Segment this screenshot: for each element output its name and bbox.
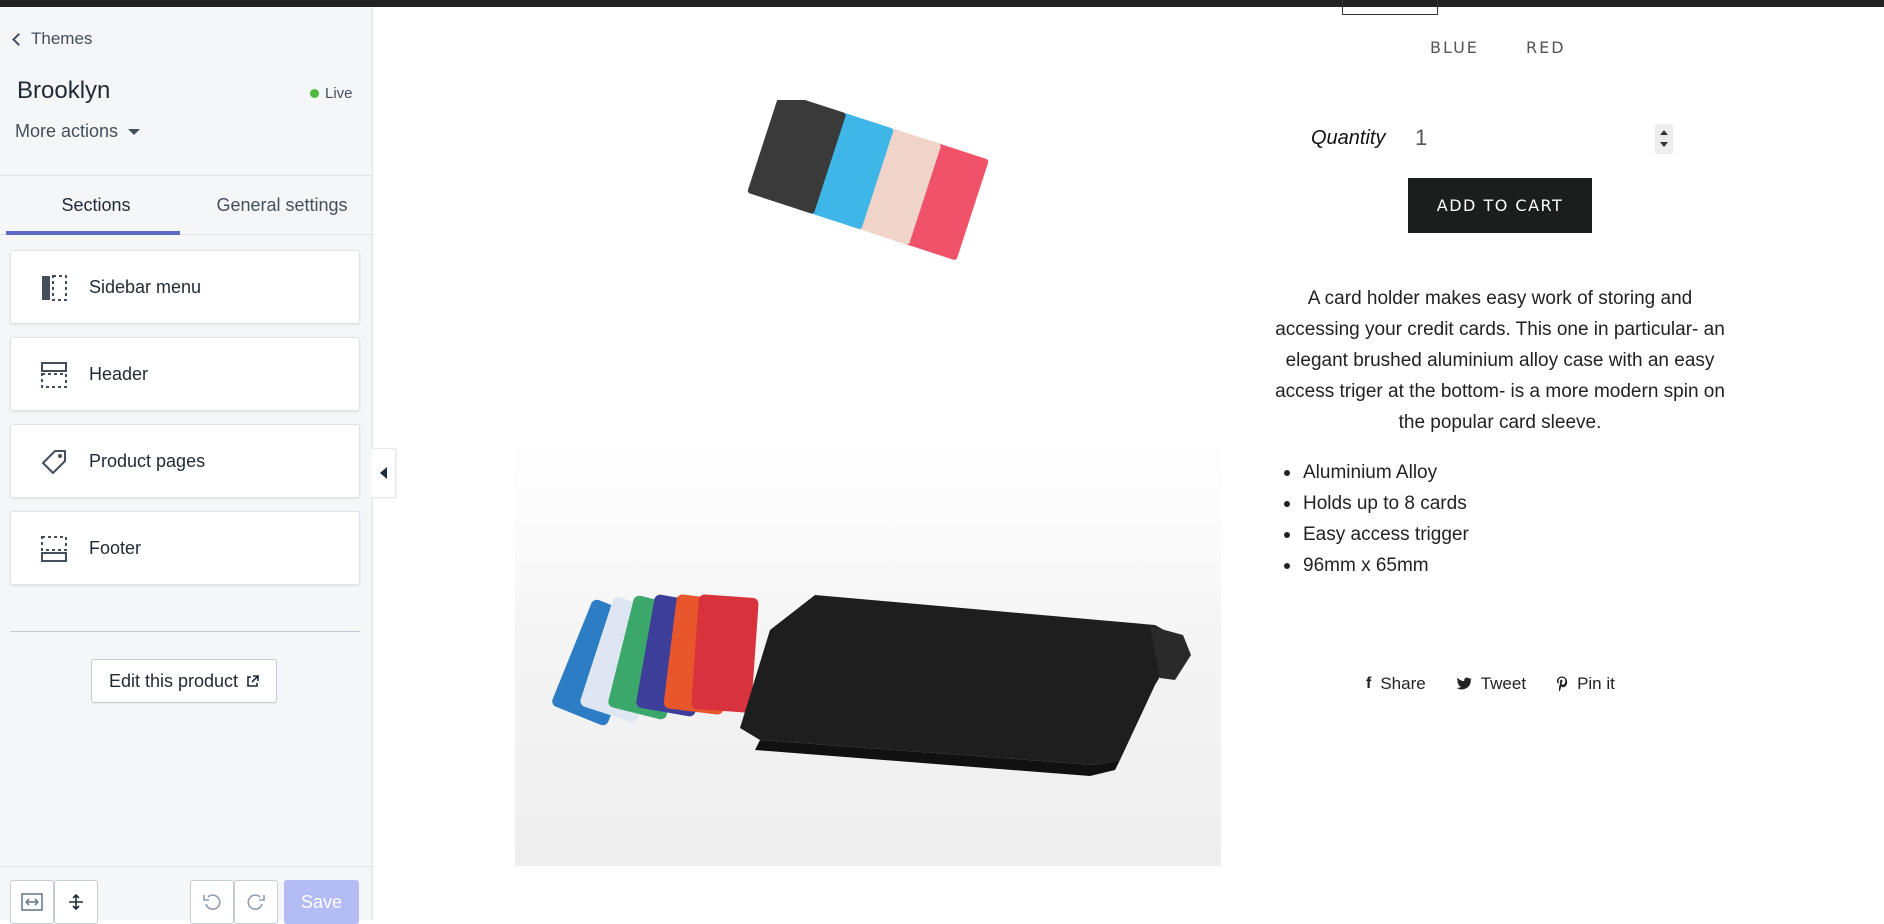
section-product-pages[interactable]: Product pages (10, 424, 360, 498)
add-to-cart-button[interactable]: ADD TO CART (1408, 178, 1592, 233)
product-description: A card holder makes easy work of storing… (1275, 288, 1725, 433)
back-to-themes-link[interactable]: Themes (12, 29, 93, 49)
footer-icon (41, 536, 67, 562)
share-twitter-link[interactable]: Tweet (1456, 674, 1526, 694)
feature-list: Aluminium Alloy Holds up to 8 cards Easy… (1284, 457, 1469, 581)
share-label: Share (1380, 674, 1426, 693)
status-badge: Live (310, 85, 353, 102)
share-facebook-link[interactable]: f Share (1366, 674, 1426, 694)
undo-button[interactable] (190, 880, 234, 924)
list-item: 96mm x 65mm (1284, 550, 1469, 581)
sidebar-divider (10, 631, 360, 632)
share-pinterest-link[interactable]: Pin it (1556, 674, 1615, 694)
tab-sections[interactable]: Sections (0, 176, 186, 235)
more-actions-dropdown[interactable]: More actions (15, 121, 141, 142)
list-item: Holds up to 8 cards (1284, 488, 1469, 519)
quantity-label: Quantity (1311, 127, 1386, 149)
back-link-label: Themes (31, 29, 93, 48)
section-header[interactable]: Header (10, 337, 360, 411)
sidebar-menu-icon (42, 275, 67, 301)
social-share-row: f Share Tweet Pin it (1366, 674, 1615, 694)
redo-icon (247, 894, 265, 910)
product-main-image[interactable] (515, 440, 1221, 866)
save-button[interactable]: Save (284, 880, 359, 924)
section-label: Product pages (89, 450, 206, 471)
status-dot-icon (310, 89, 319, 98)
list-item: Easy access trigger (1284, 519, 1469, 550)
edit-product-label: Edit this product (108, 670, 239, 691)
product-thumbnail-colors[interactable] (735, 100, 1005, 260)
undo-icon (203, 894, 221, 910)
variant-swatch-selected[interactable] (1342, 0, 1438, 15)
full-width-toggle-button[interactable] (10, 880, 54, 924)
facebook-icon: f (1366, 675, 1372, 692)
tab-general-settings[interactable]: General settings (186, 176, 372, 234)
status-label: Live (325, 85, 353, 102)
theme-name: Brooklyn (17, 77, 111, 104)
more-actions-label: More actions (15, 121, 119, 141)
edit-product-button[interactable]: Edit this product (91, 659, 277, 703)
section-footer[interactable]: Footer (10, 511, 360, 585)
tag-icon (42, 450, 66, 474)
top-border (0, 0, 1884, 7)
section-label: Sidebar menu (89, 276, 202, 297)
quantity-input[interactable]: 1 (1400, 118, 1674, 158)
section-label: Header (89, 363, 149, 384)
quantity-stepper[interactable] (1655, 124, 1673, 154)
chevron-left-icon (12, 33, 25, 46)
list-item: Aluminium Alloy (1284, 457, 1469, 488)
variant-option-blue[interactable]: BLUE (1430, 38, 1479, 57)
pin-label: Pin it (1577, 674, 1615, 693)
triangle-left-icon (380, 467, 387, 479)
cursor-select-icon (69, 893, 83, 911)
pinterest-icon (1557, 676, 1568, 692)
caret-down-icon (128, 128, 141, 135)
variant-option-red[interactable]: RED (1526, 38, 1566, 57)
theme-editor-sidebar: Themes Brooklyn Live More actions Sectio… (0, 7, 373, 920)
header-icon (41, 362, 67, 388)
expand-horizontal-icon (21, 893, 43, 911)
section-sidebar-menu[interactable]: Sidebar menu (10, 250, 360, 324)
collapse-sidebar-toggle[interactable] (372, 448, 396, 498)
section-label: Footer (89, 537, 142, 558)
twitter-icon (1456, 677, 1472, 690)
tweet-label: Tweet (1480, 674, 1527, 693)
external-link-icon (247, 674, 259, 687)
redo-button[interactable] (234, 880, 278, 924)
sidebar-tabs: Sections General settings (0, 175, 372, 235)
inspect-toggle-button[interactable] (54, 880, 98, 924)
